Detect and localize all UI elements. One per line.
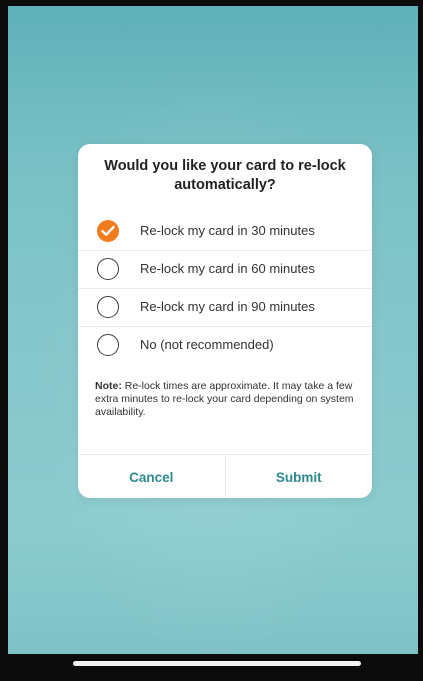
radio-unselected[interactable]: [97, 296, 119, 318]
note-text: Re-lock times are approximate. It may ta…: [95, 380, 354, 418]
note-label: Note:: [95, 380, 122, 392]
cancel-button[interactable]: Cancel: [78, 455, 225, 498]
option-label: No (not recommended): [140, 337, 274, 352]
radio-selected[interactable]: [97, 220, 119, 242]
option-label: Re-lock my card in 90 minutes: [140, 299, 315, 314]
home-indicator[interactable]: [73, 661, 361, 666]
dialog-actions: Cancel Submit: [78, 454, 372, 498]
relock-note: Note: Re-lock times are approximate. It …: [95, 380, 357, 419]
dialog-title: Would you like your card to re-lock auto…: [104, 158, 346, 193]
relock-options: Re-lock my card in 30 minutes Re-lock my…: [78, 213, 372, 364]
option-no-relock[interactable]: No (not recommended): [78, 326, 372, 364]
radio-unselected[interactable]: [97, 334, 119, 356]
checkmark-icon: [101, 225, 115, 236]
phone-frame: Would you like your card to re-lock auto…: [0, 0, 423, 681]
option-30-minutes[interactable]: Re-lock my card in 30 minutes: [78, 213, 372, 250]
submit-button[interactable]: Submit: [224, 455, 373, 498]
relock-dialog: Would you like your card to re-lock auto…: [78, 144, 372, 498]
option-label: Re-lock my card in 30 minutes: [140, 223, 315, 238]
radio-unselected[interactable]: [97, 258, 119, 280]
app-background: Would you like your card to re-lock auto…: [8, 6, 418, 654]
option-90-minutes[interactable]: Re-lock my card in 90 minutes: [78, 288, 372, 326]
option-label: Re-lock my card in 60 minutes: [140, 261, 315, 276]
option-60-minutes[interactable]: Re-lock my card in 60 minutes: [78, 250, 372, 288]
